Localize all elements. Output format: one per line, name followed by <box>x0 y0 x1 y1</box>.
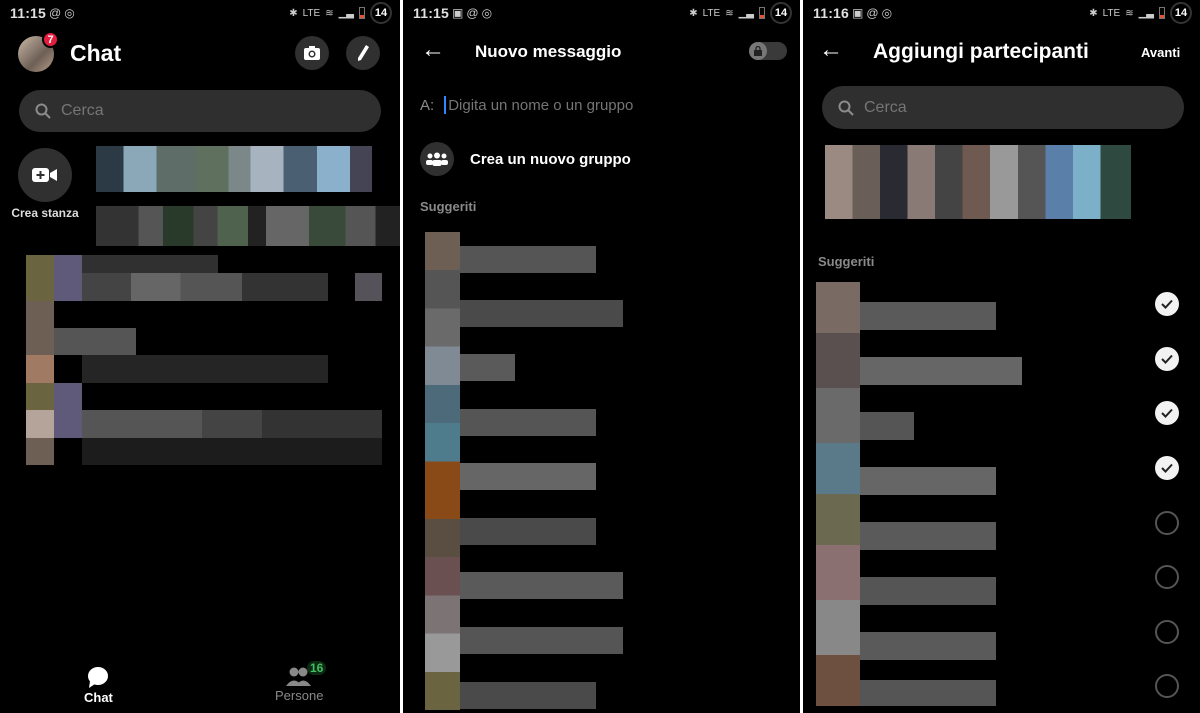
conversation-list-item[interactable] <box>26 301 136 355</box>
suggested-contact-list[interactable] <box>425 232 623 710</box>
tab-chat[interactable]: Chat <box>84 666 113 705</box>
battery-icon <box>759 7 765 19</box>
participant-checkbox-unchecked[interactable] <box>1155 511 1179 535</box>
signal-icon: ▁▃ <box>738 7 754 19</box>
video-plus-icon <box>32 168 57 182</box>
search-bar[interactable] <box>19 90 381 132</box>
arrow-left-icon: ← <box>819 36 843 63</box>
messenger-icon: ◎ <box>881 6 893 20</box>
page-title: Chat <box>70 40 122 66</box>
participant-checkbox-checked[interactable] <box>1155 401 1179 425</box>
conversation-list-item[interactable] <box>26 255 328 301</box>
volte-icon: LTE <box>1102 7 1121 19</box>
pencil-icon <box>358 45 369 61</box>
battery-icon <box>359 7 365 19</box>
notification-badge: 7 <box>42 31 59 48</box>
image-icon: ▣ <box>852 6 864 20</box>
recipient-field[interactable]: A: <box>420 96 709 114</box>
participant-checkbox-checked[interactable] <box>1155 456 1179 480</box>
status-badge: 14 <box>1170 2 1192 24</box>
suggested-contact-list[interactable] <box>816 282 1022 706</box>
suggested-section-title: Suggeriti <box>420 199 477 214</box>
compose-button[interactable] <box>346 36 380 70</box>
arrow-left-icon: ← <box>421 36 445 63</box>
at-sign-icon: @ <box>866 6 879 20</box>
unread-indicator <box>355 273 382 301</box>
at-sign-icon: @ <box>466 6 479 20</box>
conversation-list-item[interactable] <box>26 410 382 465</box>
search-input[interactable] <box>61 102 341 120</box>
active-people-count-badge: 16 <box>307 661 327 675</box>
search-icon <box>838 100 854 116</box>
status-time: 11:16 <box>813 5 850 21</box>
recipient-input[interactable] <box>448 96 709 114</box>
suggested-section-title: Suggeriti <box>818 254 875 269</box>
status-bar: 11:16 ▣ @ ◎ ✱ LTE ≋ ▁▃ 14 <box>803 0 1200 26</box>
page-title: Aggiungi partecipanti <box>873 40 1089 63</box>
checkmark-icon <box>1161 299 1173 309</box>
add-participants-screen: 11:16 ▣ @ ◎ ✱ LTE ≋ ▁▃ 14 ← Aggiungi parte… <box>803 0 1200 713</box>
lock-icon <box>754 46 762 56</box>
search-bar[interactable] <box>822 86 1184 129</box>
camera-icon <box>304 46 320 60</box>
participant-checkbox-unchecked[interactable] <box>1155 674 1179 698</box>
volte-icon: LTE <box>302 7 321 19</box>
search-icon <box>35 103 51 119</box>
signal-icon: ▁▃ <box>338 7 354 19</box>
bluetooth-icon: ✱ <box>1089 7 1098 19</box>
create-group-label[interactable]: Crea un nuovo gruppo <box>470 151 631 168</box>
messenger-icon: ◎ <box>481 6 493 20</box>
text-cursor <box>444 96 447 114</box>
search-input[interactable] <box>864 98 1144 117</box>
signal-icon: ▁▃ <box>1138 7 1154 19</box>
checkmark-icon <box>1161 408 1173 418</box>
battery-icon <box>1159 7 1165 19</box>
messenger-icon: ◎ <box>64 6 75 20</box>
wifi-icon: ≋ <box>325 7 334 19</box>
next-button[interactable]: Avanti <box>1141 45 1180 60</box>
at-sign-icon: @ <box>49 6 62 20</box>
status-badge: 14 <box>770 2 792 24</box>
create-group-button[interactable] <box>420 142 454 176</box>
image-icon: ▣ <box>452 6 464 20</box>
wifi-icon: ≋ <box>1125 7 1134 19</box>
active-contacts-row[interactable] <box>96 146 400 246</box>
camera-button[interactable] <box>295 36 329 70</box>
volte-icon: LTE <box>702 7 721 19</box>
recipient-label: A: <box>420 96 435 114</box>
page-title: Nuovo messaggio <box>475 42 622 61</box>
selected-participants-row[interactable] <box>825 145 1131 219</box>
secret-conversation-toggle[interactable] <box>749 42 787 60</box>
group-icon <box>426 152 448 166</box>
back-button[interactable]: ← <box>819 38 843 62</box>
participant-checkbox-checked[interactable] <box>1155 347 1179 371</box>
chat-bubble-icon <box>88 667 109 688</box>
back-button[interactable]: ← <box>421 38 445 62</box>
participant-checkbox-unchecked[interactable] <box>1155 565 1179 589</box>
status-time: 11:15 <box>10 5 47 21</box>
participant-checkbox-checked[interactable] <box>1155 292 1179 316</box>
wifi-icon: ≋ <box>725 7 734 19</box>
status-badge: 14 <box>370 2 392 24</box>
create-room-label: Crea stanza <box>11 206 79 220</box>
participant-checkbox-unchecked[interactable] <box>1155 620 1179 644</box>
checkmark-icon <box>1161 354 1173 364</box>
chat-list-screen: 11:15 @◎ ✱ LTE ≋ ▁▃ 14 7 Chat Crea stanz… <box>0 0 400 713</box>
bluetooth-icon: ✱ <box>289 7 298 19</box>
tab-chat-label: Chat <box>84 690 113 705</box>
conversation-list-item[interactable] <box>26 355 328 410</box>
bluetooth-icon: ✱ <box>689 7 698 19</box>
checkmark-icon <box>1161 463 1173 473</box>
status-bar: 11:15 @ ◎ ✱ LTE ≋ ▁▃ 14 <box>0 0 400 26</box>
new-message-screen: 11:15 ▣ @ ◎ ✱ LTE ≋ ▁▃ 14 ← Nuovo messaggi… <box>403 0 800 713</box>
status-bar: 11:15 ▣ @ ◎ ✱ LTE ≋ ▁▃ 14 <box>403 0 800 26</box>
status-time: 11:15 <box>413 5 450 21</box>
tab-persone-label: Persone <box>275 688 324 703</box>
create-room-button[interactable] <box>18 148 72 202</box>
